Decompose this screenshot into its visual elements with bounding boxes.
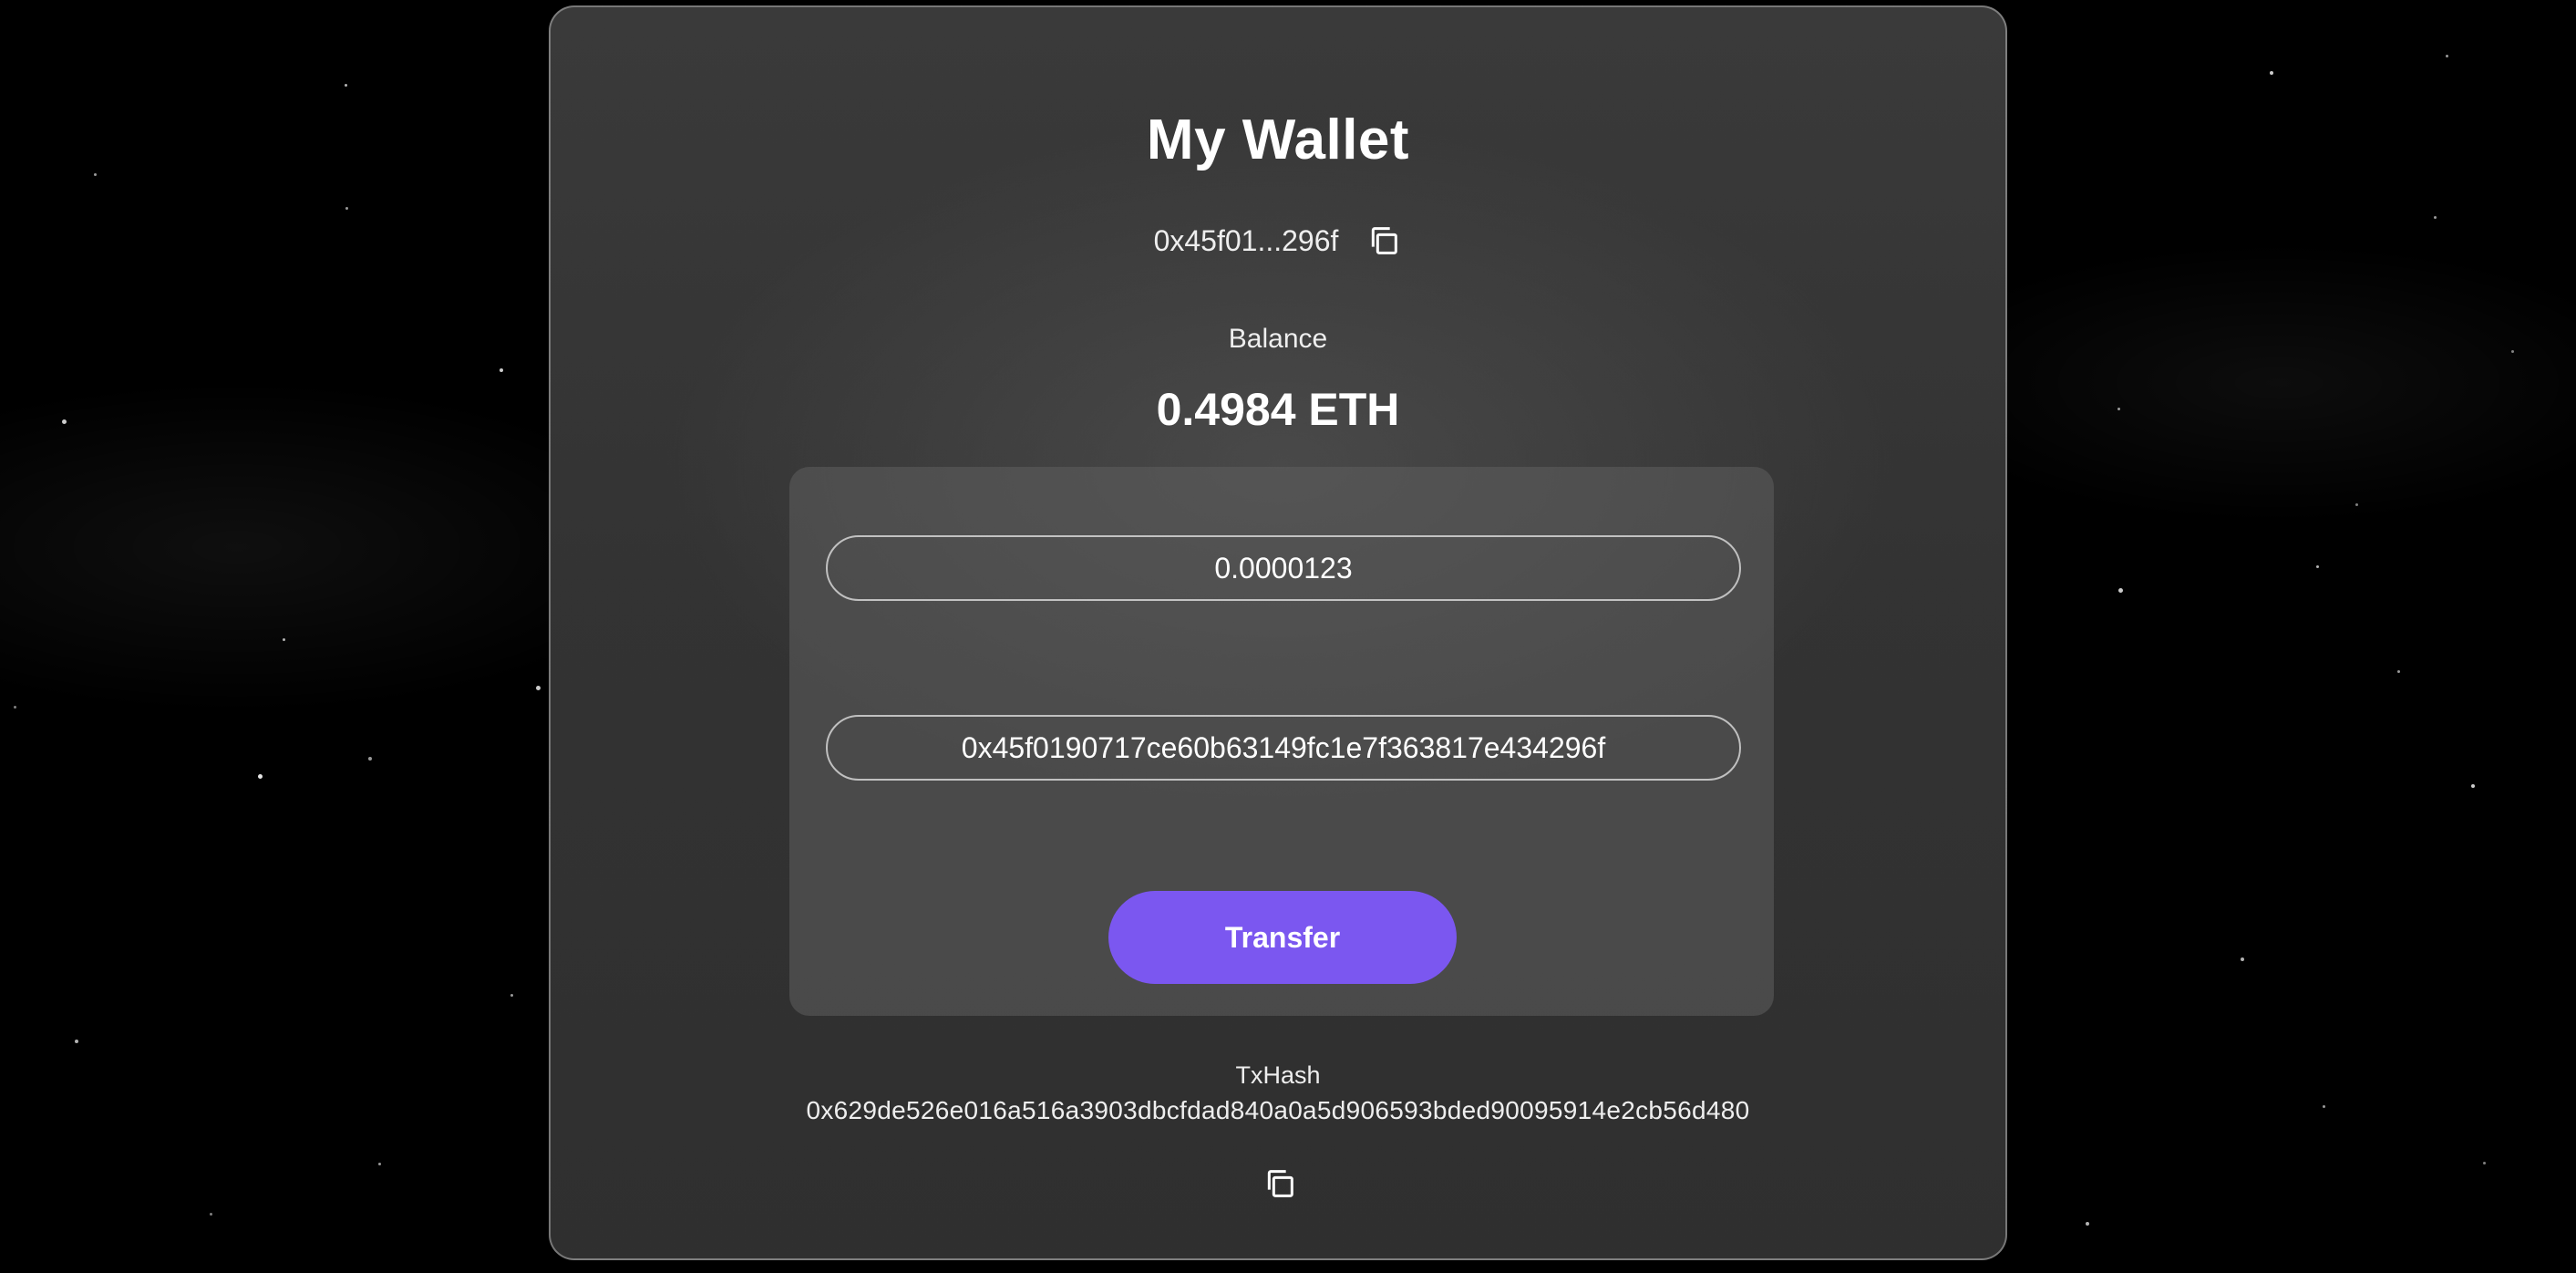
star (345, 207, 348, 210)
star (2355, 503, 2358, 506)
star (210, 1213, 212, 1216)
star (94, 173, 97, 176)
star (2241, 957, 2244, 961)
star (2086, 1222, 2089, 1226)
star (2446, 55, 2448, 57)
star (2323, 1105, 2325, 1108)
wallet-card: My Wallet 0x45f01...296f Balance 0.4984 … (549, 5, 2007, 1260)
copy-icon[interactable] (1365, 223, 1402, 259)
star (2483, 1162, 2486, 1164)
star (368, 757, 372, 761)
star (2471, 784, 2475, 788)
star (2511, 350, 2514, 353)
txhash-label: TxHash (1235, 1061, 1321, 1089)
wallet-address-row: 0x45f01...296f (551, 223, 2005, 259)
copy-icon[interactable] (1262, 1165, 1298, 1202)
star (500, 368, 503, 372)
balance-value: 0.4984 ETH (1156, 384, 1400, 435)
recipient-address-input[interactable] (826, 715, 1741, 781)
star (2118, 588, 2123, 593)
star (75, 1040, 78, 1043)
star (378, 1163, 381, 1165)
balance-label: Balance (1228, 324, 1328, 354)
star (2270, 71, 2273, 75)
txhash-value: 0x629de526e016a516a3903dbcfdad840a0a5d90… (806, 1096, 1750, 1124)
star (510, 994, 513, 997)
star (2117, 408, 2120, 410)
star (62, 419, 67, 424)
star (2316, 565, 2319, 568)
transfer-panel: Transfer (789, 467, 1774, 1016)
star (345, 84, 347, 87)
amount-input[interactable] (826, 535, 1741, 601)
page-title: My Wallet (1146, 109, 1410, 171)
star (258, 774, 263, 779)
star (536, 686, 541, 690)
star (2397, 670, 2400, 673)
star (2434, 216, 2437, 219)
star (14, 706, 16, 709)
star (283, 638, 285, 641)
transfer-button[interactable]: Transfer (1108, 891, 1457, 984)
wallet-address: 0x45f01...296f (1153, 223, 1339, 257)
